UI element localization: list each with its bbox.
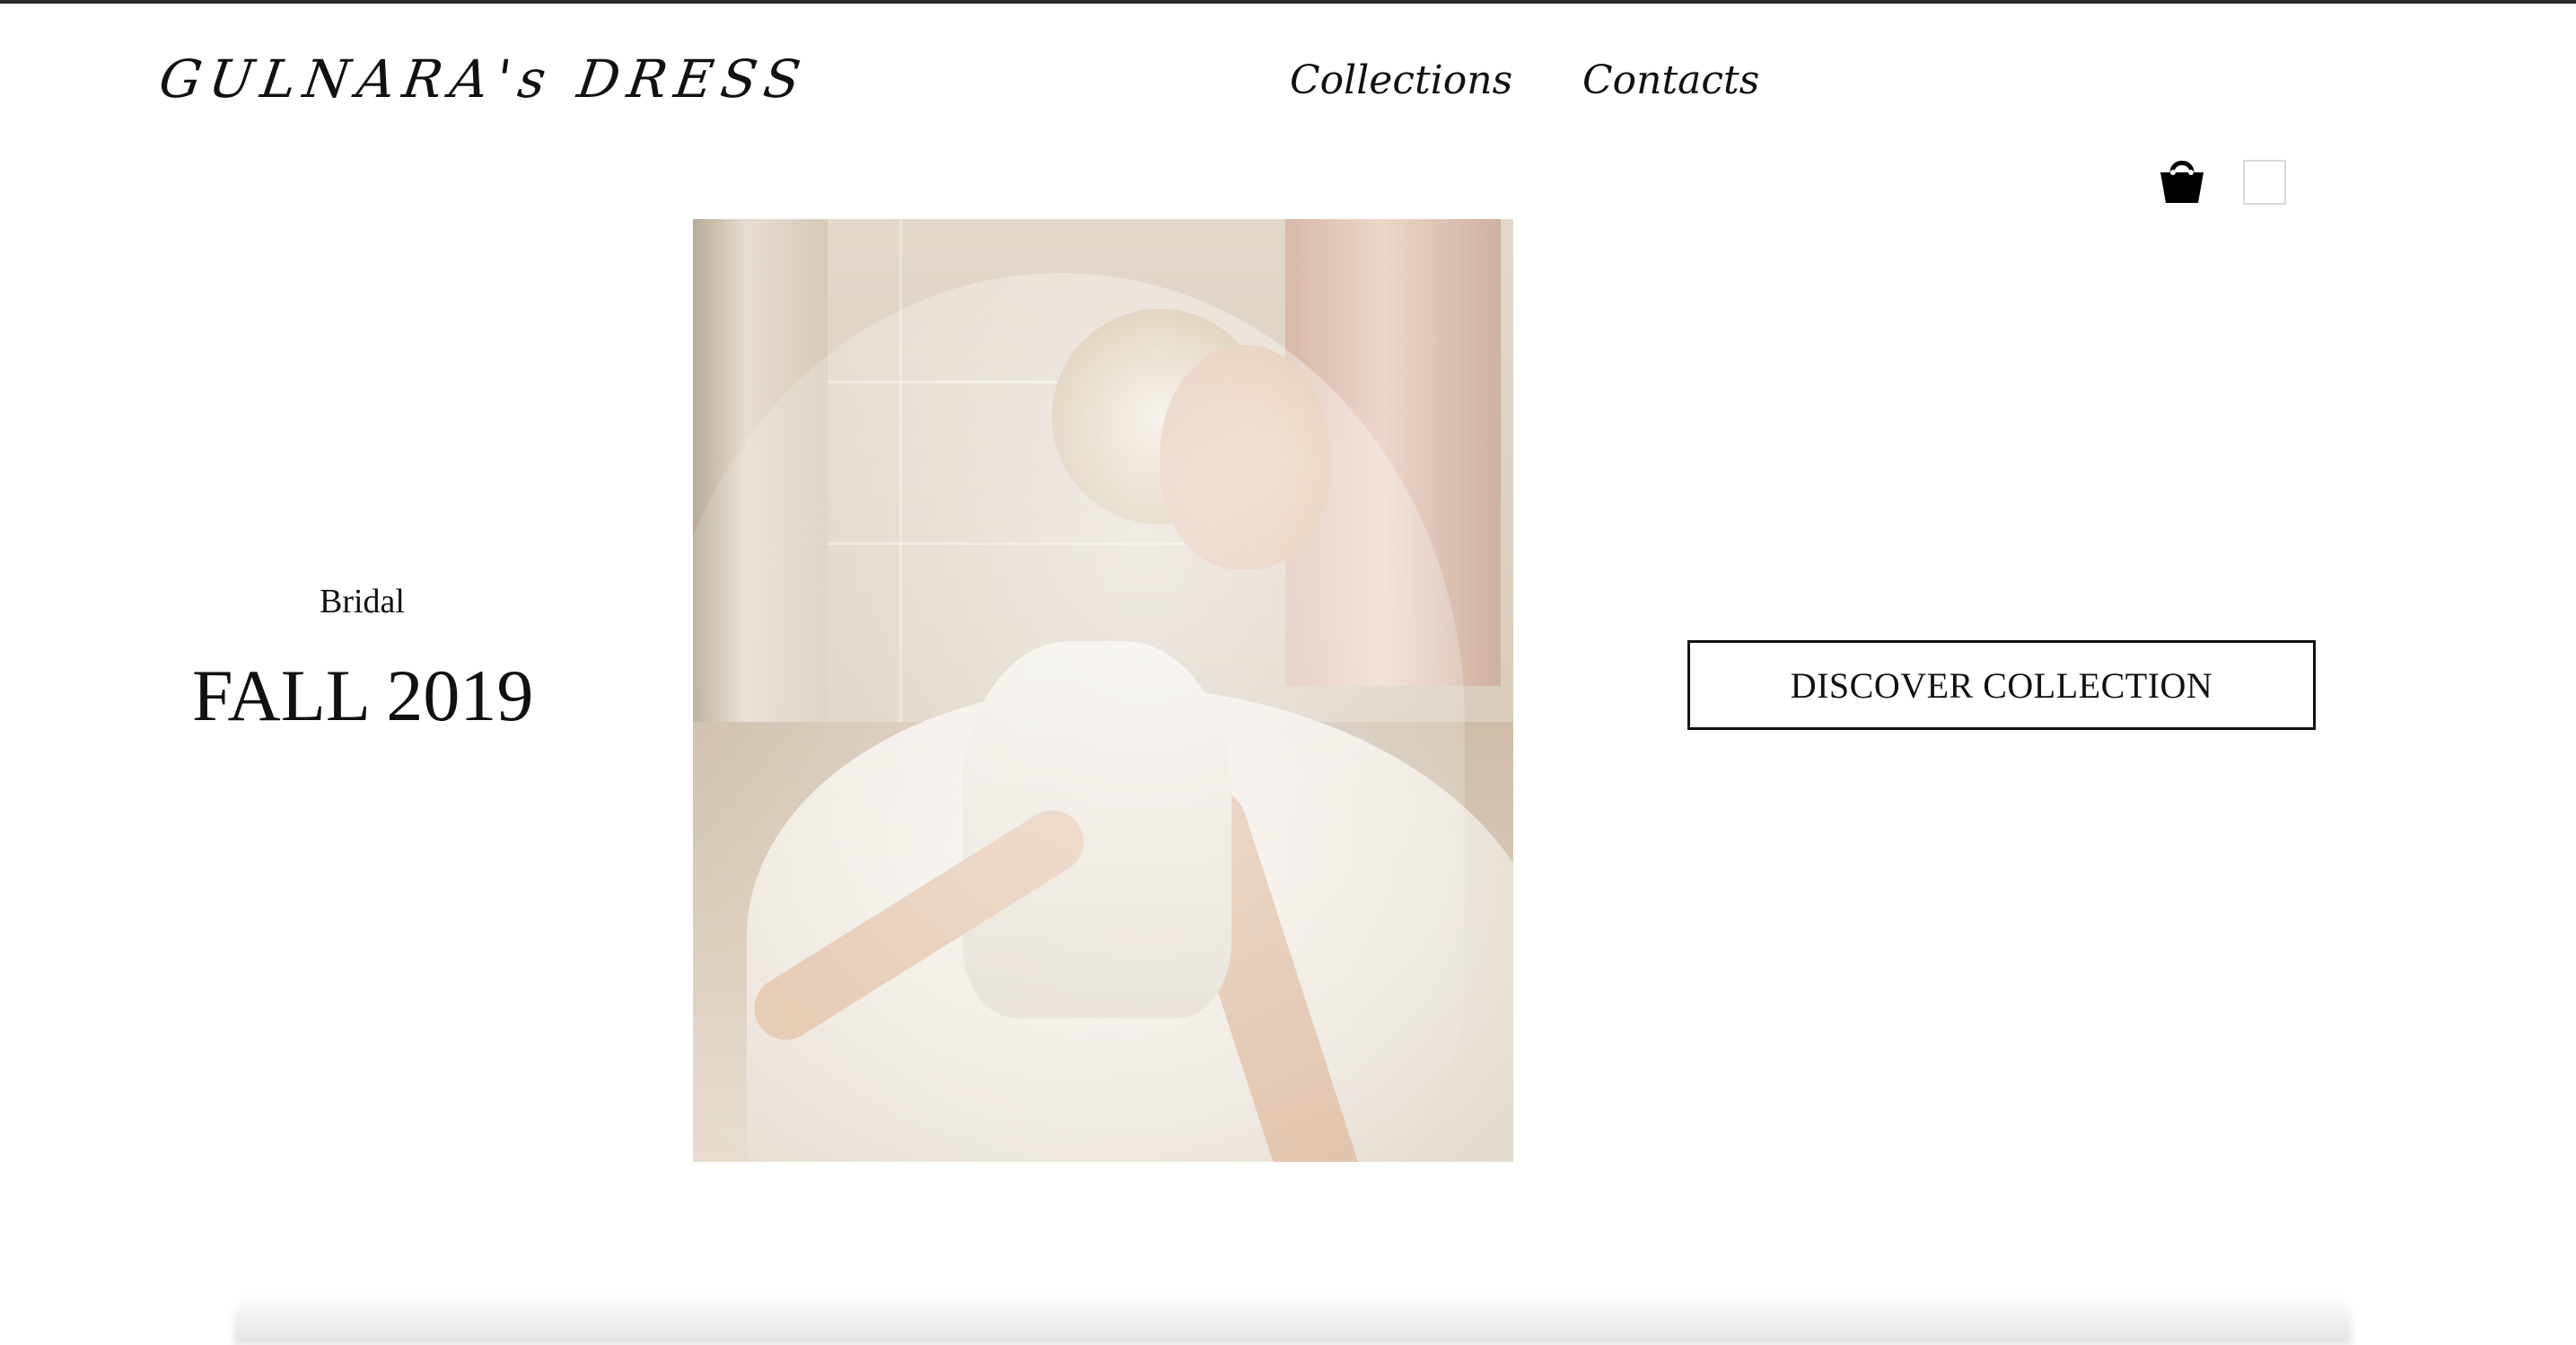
bottom-section-edge bbox=[233, 1293, 2352, 1345]
nav-collections[interactable]: Collections bbox=[1290, 57, 1512, 103]
login-box[interactable] bbox=[2243, 160, 2286, 205]
site-logo[interactable]: GULNARA's DRESS bbox=[155, 48, 812, 110]
shopping-bag-icon[interactable] bbox=[2158, 153, 2206, 205]
hero-title: FALL 2019 bbox=[192, 655, 534, 736]
hero-subtitle: Bridal bbox=[320, 583, 405, 620]
discover-collection-button[interactable]: DISCOVER COLLECTION bbox=[1687, 640, 2316, 730]
nav-contacts[interactable]: Contacts bbox=[1582, 57, 1759, 103]
hero-image bbox=[693, 219, 1513, 1162]
top-border bbox=[0, 0, 2576, 4]
